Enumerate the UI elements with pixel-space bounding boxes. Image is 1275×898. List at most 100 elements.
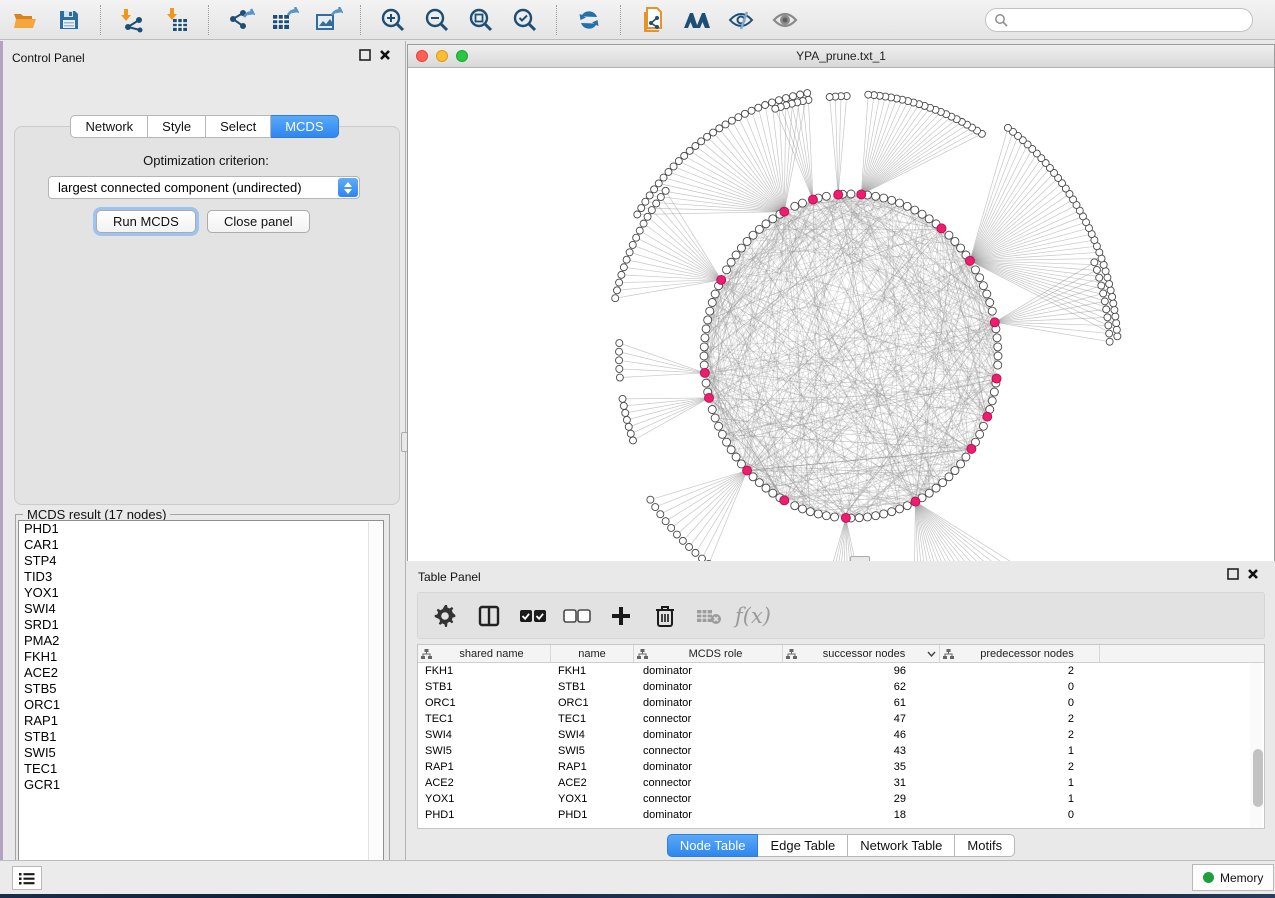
network-node[interactable] [976, 430, 984, 438]
network-node[interactable] [727, 446, 735, 454]
tab-network-table[interactable]: Network Table [848, 834, 955, 857]
network-node[interactable] [782, 95, 789, 102]
open-file-button[interactable] [8, 5, 42, 35]
table-row[interactable]: ORC1ORC1dominator610 [418, 695, 1264, 711]
network-node[interactable] [616, 279, 623, 286]
network-node[interactable] [718, 430, 726, 438]
network-node[interactable] [623, 416, 630, 423]
network-node[interactable] [673, 531, 680, 538]
network-node[interactable] [925, 215, 933, 223]
mcds-result-item[interactable]: PMA2 [19, 633, 383, 649]
close-panel-button[interactable]: Close panel [207, 210, 310, 233]
network-node[interactable] [804, 90, 811, 97]
network-node[interactable] [700, 352, 708, 360]
network-node[interactable] [679, 537, 686, 544]
mcds-result-item[interactable]: YOX1 [19, 585, 383, 601]
network-node[interactable] [814, 510, 822, 518]
close-panel-icon[interactable] [1247, 568, 1259, 580]
network-node[interactable] [636, 227, 643, 234]
network-node[interactable] [1098, 282, 1105, 289]
network-hub-node[interactable] [700, 368, 709, 377]
network-node[interactable] [762, 220, 770, 228]
add-column-button[interactable] [606, 601, 636, 631]
mcds-result-item[interactable]: PHD1 [19, 521, 383, 537]
mcds-result-item[interactable]: SRD1 [19, 617, 383, 633]
network-node[interactable] [1106, 330, 1113, 337]
network-node[interactable] [945, 473, 953, 481]
network-hub-node[interactable] [717, 275, 726, 284]
network-node[interactable] [988, 397, 996, 405]
network-node[interactable] [1110, 300, 1117, 307]
export-network-button[interactable] [224, 5, 258, 35]
network-node[interactable] [789, 93, 796, 100]
network-node[interactable] [623, 256, 630, 263]
network-node[interactable] [979, 282, 987, 290]
table-row[interactable]: YOX1YOX1connector291 [418, 791, 1264, 807]
new-network-from-selection-button[interactable] [636, 5, 670, 35]
mcds-result-item[interactable]: STB5 [19, 681, 383, 697]
export-table-button[interactable] [268, 5, 302, 35]
network-node[interactable] [791, 202, 799, 210]
table-row[interactable]: SWI4SWI4dominator462 [418, 727, 1264, 743]
network-node[interactable] [618, 271, 625, 278]
save-session-button[interactable] [52, 5, 86, 35]
network-node[interactable] [655, 180, 662, 187]
network-hub-node[interactable] [990, 318, 999, 327]
memory-button[interactable]: Memory [1192, 864, 1274, 891]
network-window-titlebar[interactable]: YPA_prune.txt_1 [408, 45, 1274, 68]
network-node[interactable] [1112, 313, 1119, 320]
network-node[interactable] [1104, 274, 1111, 281]
network-hub-node[interactable] [834, 190, 843, 199]
network-node[interactable] [619, 395, 626, 402]
network-node[interactable] [988, 307, 996, 315]
mcds-result-item[interactable]: ACE2 [19, 665, 383, 681]
mcds-result-item[interactable]: TEC1 [19, 761, 383, 777]
network-node[interactable] [903, 202, 911, 210]
float-panel-icon[interactable] [1227, 568, 1239, 580]
network-node[interactable] [749, 231, 757, 239]
network-node[interactable] [633, 234, 640, 241]
network-node[interactable] [762, 101, 769, 108]
network-node[interactable] [662, 518, 669, 525]
network-node[interactable] [775, 97, 782, 104]
network-node[interactable] [1107, 287, 1114, 294]
tab-network[interactable]: Network [70, 115, 148, 138]
mcds-result-item[interactable]: CAR1 [19, 537, 383, 553]
network-node[interactable] [711, 290, 719, 298]
import-network-button[interactable] [116, 5, 150, 35]
network-node[interactable] [657, 511, 664, 518]
close-panel-icon[interactable] [379, 49, 391, 61]
network-node[interactable] [772, 105, 779, 112]
network-node[interactable] [1093, 266, 1100, 273]
network-node[interactable] [716, 125, 723, 132]
mcds-result-list[interactable]: PHD1CAR1STP4TID3YOX1SWI4SRD1PMA2FKH1ACE2… [18, 520, 384, 875]
network-node[interactable] [826, 93, 833, 100]
network-node[interactable] [620, 402, 627, 409]
network-node[interactable] [698, 138, 705, 145]
network-node[interactable] [872, 192, 880, 200]
network-node[interactable] [888, 196, 896, 204]
deselect-all-rows-button[interactable] [562, 601, 592, 631]
network-node[interactable] [755, 225, 763, 233]
network-node[interactable] [1105, 322, 1112, 329]
network-node[interactable] [660, 174, 667, 181]
network-node[interactable] [939, 479, 947, 487]
tab-motifs[interactable]: Motifs [955, 834, 1015, 857]
network-node[interactable] [702, 325, 710, 333]
network-node[interactable] [962, 453, 970, 461]
network-hub-node[interactable] [967, 444, 976, 453]
table-row[interactable]: FKH1FKH1dominator962 [418, 663, 1264, 679]
network-node[interactable] [918, 210, 926, 218]
network-node[interactable] [626, 249, 633, 256]
optimization-criterion-select[interactable]: largest connected component (undirected) [48, 176, 360, 199]
network-node[interactable] [653, 200, 660, 207]
column-header-shared-name[interactable]: shared name [418, 645, 551, 662]
network-node[interactable] [625, 423, 632, 430]
network-node[interactable] [755, 104, 762, 111]
network-node[interactable] [957, 244, 965, 252]
network-node[interactable] [1096, 274, 1103, 281]
network-hub-node[interactable] [780, 207, 789, 216]
table-settings-button[interactable] [430, 601, 460, 631]
network-node[interactable] [616, 365, 623, 372]
network-node[interactable] [616, 357, 623, 364]
